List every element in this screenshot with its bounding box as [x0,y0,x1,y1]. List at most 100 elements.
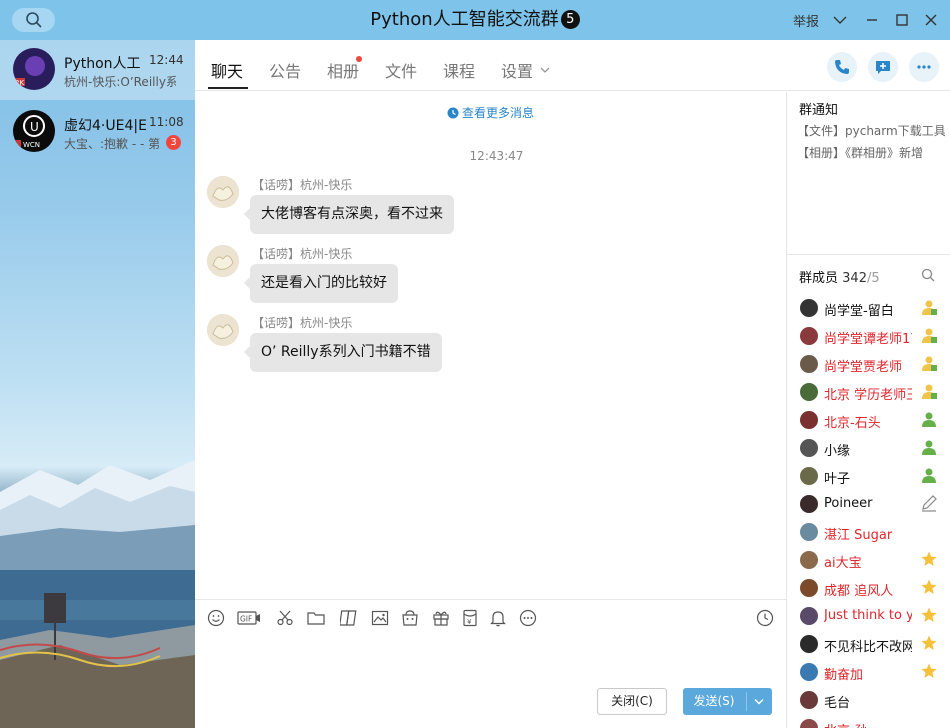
send-button[interactable]: 发送(S) [683,688,772,715]
minimize-icon[interactable] [860,8,884,32]
notice-title[interactable]: 群通知 [799,99,838,118]
member-item[interactable]: 成都 追风人 [787,574,950,602]
shop-icon[interactable] [401,609,419,627]
sender-meta: 【话唠】杭州-快乐 [252,176,352,193]
member-avatar [800,523,818,541]
emoji-icon[interactable] [207,609,225,627]
member-item[interactable]: Poineer [787,490,950,518]
dropdown-icon[interactable] [828,8,852,32]
conversation-item[interactable]: 2K Python人工 12:44 杭州-快乐:O’Reilly系 [0,40,195,100]
message-timestamp: 12:43:47 [469,149,524,163]
clock-icon[interactable] [756,609,774,627]
sender-avatar[interactable] [207,245,239,277]
call-button[interactable] [827,52,857,82]
unread-badge: 3 [166,135,181,150]
member-item[interactable]: 北京-孙 [787,714,950,728]
close-icon[interactable] [919,8,943,32]
font-icon[interactable] [340,609,358,627]
divider [787,254,950,255]
member-item[interactable]: ai大宝 [787,546,950,574]
conversation-item[interactable]: U WCN 虚幻4·UE4|E 11:08 大宝、:抱歉 - - 第 3 [0,102,195,162]
member-avatar [800,691,818,709]
member-item[interactable]: Just think to you [787,602,950,630]
tab-chat[interactable]: 聊天 [211,58,243,82]
maximize-icon[interactable] [890,8,914,32]
member-avatar [800,299,818,317]
member-item[interactable]: 勤奋加 [787,658,950,686]
edit-icon [920,494,938,516]
member-title-tag: 【话唠】 [252,178,301,192]
member-item[interactable]: 尚学堂-留白 [787,294,950,322]
notice-item[interactable]: 【文件】pycharm下载工具 [797,122,945,139]
svg-text:WCN: WCN [23,141,40,149]
member-item[interactable]: 叶子 [787,462,950,490]
red-packet-icon[interactable]: ¥ [461,609,479,627]
member-avatar [800,719,818,728]
notice-item[interactable]: 【相册】《群相册》新增 [797,144,945,161]
tab-settings[interactable]: 设置 [501,58,533,82]
more-messages-link[interactable]: 查看更多消息 [195,104,786,121]
members-label: 群成员 [799,271,839,286]
title-bar: Python人工智能交流群 5 举报 [0,0,950,40]
star-icon [920,606,938,628]
bell-icon[interactable] [489,609,507,627]
member-name: 北京 学历老师王 [824,388,912,403]
member-item[interactable]: 毛台 [787,686,950,714]
tab-album[interactable]: 相册 [327,58,359,82]
member-item[interactable]: 北京 学历老师王 [787,378,950,406]
member-item[interactable]: 北京-石头 [787,406,950,434]
tab-files[interactable]: 文件 [385,58,417,82]
message-bubble: O’ Reilly系列入门书籍不错 [244,333,442,372]
gif-icon[interactable]: GIF [237,609,261,627]
conversation-preview: 大宝、:抱歉 - - 第 [64,137,161,151]
admin-icon [920,382,938,404]
tab-announcement[interactable]: 公告 [269,58,301,82]
sender-name[interactable]: 杭州-快乐 [300,178,352,192]
message-button[interactable] [868,52,898,82]
gift-icon[interactable] [432,609,450,627]
tab-bar: 聊天 公告 相册 文件 课程 设置 [195,40,950,91]
chevron-down-icon[interactable] [753,698,765,706]
member-item[interactable]: 小缘 [787,434,950,462]
group-avatar: U WCN [13,110,55,152]
admin-icon [920,354,938,376]
admin-icon [920,298,938,320]
sender-name[interactable]: 杭州-快乐 [300,247,352,261]
star-icon [920,634,938,656]
member-title-tag: 【话唠】 [252,316,301,330]
new-dot [356,56,362,62]
clock-icon [447,107,459,119]
report-button[interactable]: 举报 [793,11,819,30]
member-avatar [800,327,818,345]
sender-avatar[interactable] [207,176,239,208]
svg-text:GIF: GIF [240,615,252,624]
admin-icon [920,326,938,348]
member-name: 尚学堂贾老师 [824,360,903,375]
sender-avatar[interactable] [207,314,239,346]
more-button[interactable] [909,52,939,82]
chat-message: 【话唠】杭州-快乐 还是看入门的比较好 [207,245,767,315]
member-item[interactable]: 尚学堂谭老师17 [787,322,950,350]
star-icon [920,662,938,684]
window-title: Python人工智能交流群 [370,9,559,30]
message-composer: GIF ¥ 关闭(C) 发送(S) [195,599,786,728]
search-icon[interactable] [921,268,935,282]
folder-icon[interactable] [307,609,325,627]
svg-text:¥: ¥ [467,618,472,626]
conversation-name: Python人工 [64,56,141,72]
member-name: 毛台 [824,696,851,711]
member-icon [920,438,938,460]
scissors-icon[interactable] [276,609,294,627]
chevron-down-icon[interactable] [539,64,551,76]
close-button[interactable]: 关闭(C) [597,688,667,715]
more-icon[interactable] [519,609,537,627]
sender-name[interactable]: 杭州-快乐 [300,316,352,330]
member-item[interactable]: 不见科比不改网名 [787,630,950,658]
member-name: 湛江 Sugar [824,528,893,543]
member-item[interactable]: 尚学堂贾老师 [787,350,950,378]
tab-courses[interactable]: 课程 [443,58,475,82]
member-name: 勤奋加 [824,668,864,683]
member-item[interactable]: 湛江 Sugar [787,518,950,546]
image-icon[interactable] [371,609,389,627]
member-avatar [800,495,818,513]
